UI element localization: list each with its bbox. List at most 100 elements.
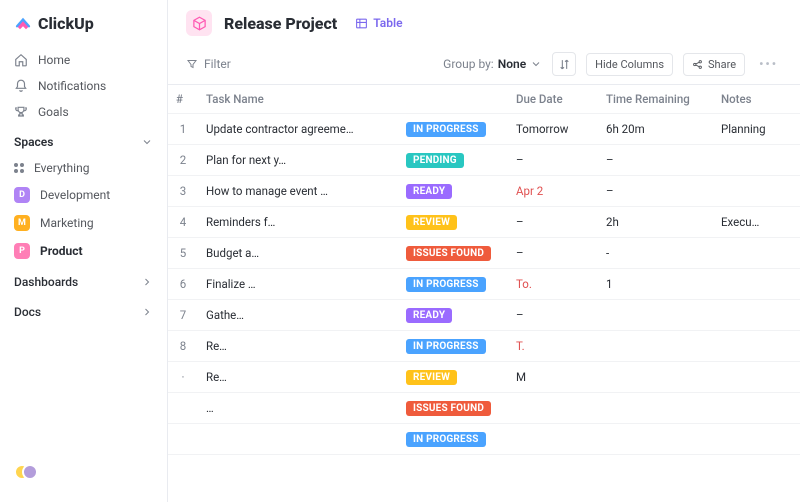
cell-time-remaining[interactable]: –	[598, 145, 713, 176]
space-badge: M	[14, 215, 30, 231]
table-row[interactable]: 2Plan for next y…PENDING––	[168, 145, 800, 176]
table-row[interactable]: …ISSUES FOUND	[168, 393, 800, 424]
cell-notes[interactable]	[713, 424, 800, 455]
cell-status[interactable]: ISSUES FOUND	[398, 393, 508, 424]
cell-due-date[interactable]: To.	[508, 269, 598, 300]
cell-task-name[interactable]: Plan for next y…	[198, 145, 398, 176]
space-badge: D	[14, 187, 30, 203]
cell-due-date[interactable]: Apr 2	[508, 176, 598, 207]
share-label: Share	[708, 58, 736, 71]
table-row[interactable]: 4Reminders f…REVIEW–2hExecu…	[168, 207, 800, 238]
cell-time-remaining[interactable]: 2h	[598, 207, 713, 238]
nav-item-home[interactable]: Home	[0, 47, 167, 73]
cell-status[interactable]: REVIEW	[398, 207, 508, 238]
cell-due-date[interactable]: M	[508, 362, 598, 393]
brand-logo[interactable]: ClickUp	[0, 10, 167, 47]
cell-due-date[interactable]: T.	[508, 331, 598, 362]
table-row[interactable]: IN PROGRESS	[168, 424, 800, 455]
more-menu-button[interactable]: •••	[755, 57, 782, 71]
cell-due-date[interactable]: –	[508, 145, 598, 176]
cell-task-name[interactable]: Update contractor agreeme…	[198, 114, 398, 145]
cell-status[interactable]: IN PROGRESS	[398, 424, 508, 455]
cell-task-name[interactable]: Re…	[198, 331, 398, 362]
cell-status[interactable]: ISSUES FOUND	[398, 238, 508, 269]
cell-notes[interactable]	[713, 393, 800, 424]
groupby-selector[interactable]: Group by: None	[443, 57, 542, 71]
cell-status[interactable]: IN PROGRESS	[398, 269, 508, 300]
cell-notes[interactable]	[713, 145, 800, 176]
cell-task-name[interactable]: Finalize …	[198, 269, 398, 300]
cell-due-date[interactable]	[508, 424, 598, 455]
cell-time-remaining[interactable]	[598, 362, 713, 393]
cell-notes[interactable]: Execu…	[713, 207, 800, 238]
col-number[interactable]: #	[168, 85, 198, 114]
cell-task-name[interactable]: How to manage event …	[198, 176, 398, 207]
cell-time-remaining[interactable]: 1	[598, 269, 713, 300]
table-row[interactable]: 8Re…IN PROGRESST.	[168, 331, 800, 362]
hide-columns-button[interactable]: Hide Columns	[586, 53, 673, 76]
nav-item-goals[interactable]: Goals	[0, 99, 167, 125]
cell-due-date[interactable]: –	[508, 207, 598, 238]
table-row[interactable]: ·Re…REVIEWM	[168, 362, 800, 393]
cell-due-date[interactable]	[508, 393, 598, 424]
cell-due-date[interactable]: –	[508, 300, 598, 331]
cell-time-remaining[interactable]: 6h 20m	[598, 114, 713, 145]
space-item-development[interactable]: DDevelopment	[0, 181, 167, 209]
cell-time-remaining[interactable]: –	[598, 176, 713, 207]
cell-task-name[interactable]: Gathe…	[198, 300, 398, 331]
cell-status[interactable]: PENDING	[398, 145, 508, 176]
table-row[interactable]: 1Update contractor agreeme…IN PROGRESSTo…	[168, 114, 800, 145]
filter-button[interactable]: Filter	[186, 57, 231, 71]
home-icon	[14, 53, 28, 67]
cell-time-remaining[interactable]: -	[598, 238, 713, 269]
table-row[interactable]: 7Gathe…READY–	[168, 300, 800, 331]
member-avatars[interactable]	[14, 464, 42, 482]
space-item-product[interactable]: PProduct	[0, 237, 167, 265]
cell-time-remaining[interactable]	[598, 331, 713, 362]
cell-task-name[interactable]: Reminders f…	[198, 207, 398, 238]
cell-notes[interactable]	[713, 269, 800, 300]
table-header-row: # Task Name Due Date Time Remaining Note…	[168, 85, 800, 114]
nav-item-notifications[interactable]: Notifications	[0, 73, 167, 99]
cell-task-name[interactable]: Budget a…	[198, 238, 398, 269]
cell-time-remaining[interactable]	[598, 393, 713, 424]
cell-notes[interactable]	[713, 176, 800, 207]
col-due-date[interactable]: Due Date	[508, 85, 598, 114]
cell-number: 8	[168, 331, 198, 362]
cell-task-name[interactable]: Re…	[198, 362, 398, 393]
cell-due-date[interactable]: Tomorrow	[508, 114, 598, 145]
project-icon[interactable]	[186, 10, 212, 36]
cell-status[interactable]: READY	[398, 300, 508, 331]
col-time-remaining[interactable]: Time Remaining	[598, 85, 713, 114]
cell-status[interactable]: IN PROGRESS	[398, 114, 508, 145]
table-row[interactable]: 6Finalize …IN PROGRESSTo.1	[168, 269, 800, 300]
view-table-chip[interactable]: Table	[355, 16, 402, 30]
col-task-name[interactable]: Task Name	[198, 85, 398, 114]
cell-time-remaining[interactable]	[598, 300, 713, 331]
table-row[interactable]: 3How to manage event …READYApr 2–	[168, 176, 800, 207]
space-item-everything[interactable]: Everything	[0, 155, 167, 181]
cell-notes[interactable]	[713, 331, 800, 362]
cell-notes[interactable]	[713, 238, 800, 269]
col-status[interactable]	[398, 85, 508, 114]
status-badge: READY	[406, 308, 452, 323]
cell-status[interactable]: IN PROGRESS	[398, 331, 508, 362]
sidebar-section-dashboards[interactable]: Dashboards	[0, 265, 167, 295]
cell-notes[interactable]	[713, 300, 800, 331]
cell-task-name[interactable]	[198, 424, 398, 455]
everything-icon	[14, 163, 24, 173]
cell-task-name[interactable]: …	[198, 393, 398, 424]
sort-button[interactable]	[552, 52, 576, 76]
cell-time-remaining[interactable]	[598, 424, 713, 455]
cell-status[interactable]: REVIEW	[398, 362, 508, 393]
cell-status[interactable]: READY	[398, 176, 508, 207]
spaces-header[interactable]: Spaces	[0, 125, 167, 155]
table-row[interactable]: 5Budget a…ISSUES FOUND–-	[168, 238, 800, 269]
col-notes[interactable]: Notes	[713, 85, 800, 114]
sidebar-section-docs[interactable]: Docs	[0, 295, 167, 325]
cell-due-date[interactable]: –	[508, 238, 598, 269]
share-button[interactable]: Share	[683, 53, 745, 76]
space-item-marketing[interactable]: MMarketing	[0, 209, 167, 237]
cell-notes[interactable]	[713, 362, 800, 393]
cell-notes[interactable]: Planning	[713, 114, 800, 145]
